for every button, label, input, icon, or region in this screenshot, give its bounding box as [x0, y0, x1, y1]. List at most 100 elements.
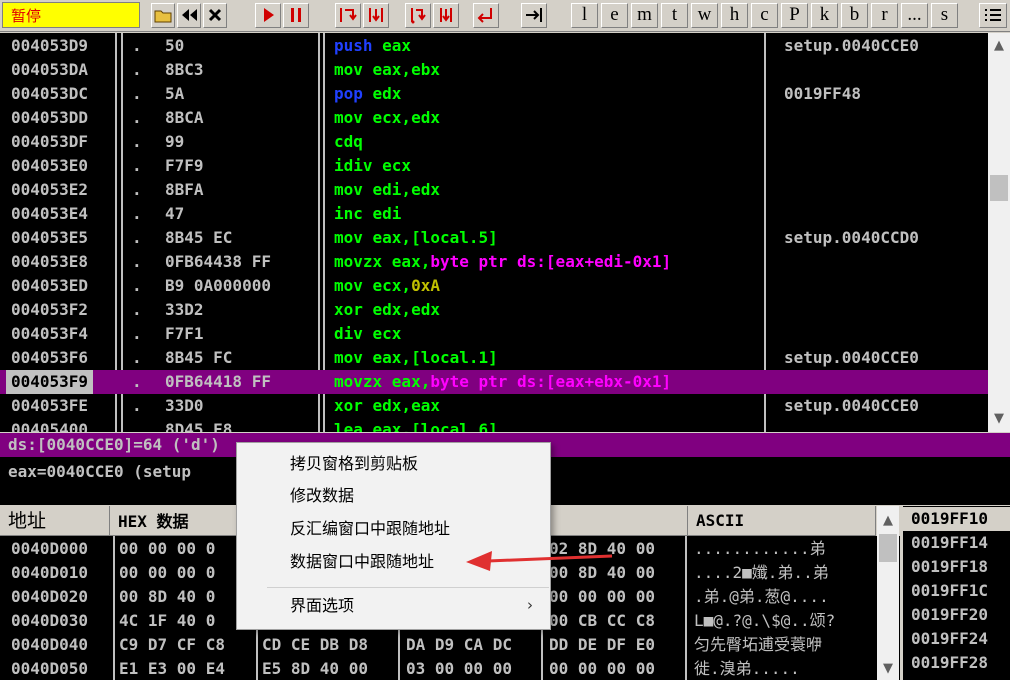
- scroll-down-icon[interactable]: ▼: [877, 658, 899, 680]
- dump-hex-group: CD CE DB D8: [262, 635, 368, 654]
- disasm-row[interactable]: 004053E5. 8B45 EC mov eax,[local.5] setup.0…: [0, 226, 988, 250]
- instruction-token: mov ecx,edx: [334, 108, 440, 127]
- step-over-icon: [369, 8, 383, 22]
- disasm-instruction: cdq: [334, 130, 363, 154]
- disasm-row[interactable]: 004053DD. 8BCA mov ecx,edx: [0, 106, 988, 130]
- toolbar-letter-button[interactable]: P: [781, 3, 808, 28]
- disasm-hex: 8BFA: [165, 180, 204, 199]
- menu-item-interface-options[interactable]: 界面选项 ›: [238, 590, 549, 621]
- step-into-button[interactable]: [335, 3, 361, 28]
- trace-over-button[interactable]: [433, 3, 459, 28]
- disasm-row[interactable]: 004053E8. 0FB64438 FF movzx eax,byte ptr d…: [0, 250, 988, 274]
- stack-row[interactable]: 0019FF1C: [903, 579, 1010, 603]
- disasm-row[interactable]: 004053FE. 33D0 xor edx,eax setup.0040CCE0: [0, 394, 988, 418]
- trace-into-button[interactable]: [405, 3, 431, 28]
- disasm-marker: .: [132, 60, 142, 79]
- disasm-row[interactable]: 004053E0. F7F9 idiv ecx: [0, 154, 988, 178]
- dump-address: 0040D030: [11, 611, 89, 630]
- toolbar-letter-button[interactable]: l: [571, 3, 598, 28]
- toolbar: 暂停 l e m t w h c Pk b r... s: [0, 0, 1010, 32]
- disasm-address: 00405400: [11, 420, 89, 432]
- open-file-button[interactable]: [151, 3, 175, 28]
- disasm-marker: .: [132, 276, 142, 295]
- toolbar-letter-button[interactable]: k: [811, 3, 838, 28]
- disasm-row-selected[interactable]: 004053F9. 0FB64418 FF movzx eax,byte ptr d…: [0, 370, 988, 394]
- disasm-instruction: push eax: [334, 34, 411, 58]
- dump-scrollbar[interactable]: ▲ ▼: [877, 506, 899, 680]
- toolbar-letter-button[interactable]: s: [931, 3, 958, 28]
- trace-over-icon: [440, 8, 452, 22]
- close-button[interactable]: [203, 3, 227, 28]
- scroll-thumb[interactable]: [879, 534, 897, 562]
- toolbar-letter-button[interactable]: t: [661, 3, 688, 28]
- disasm-instruction: pop edx: [334, 82, 401, 106]
- column-header-ascii[interactable]: ASCII: [688, 506, 876, 536]
- disasm-instruction: mov ecx,0xA: [334, 274, 440, 298]
- goto-button[interactable]: [521, 3, 547, 28]
- scroll-up-icon[interactable]: ▲: [877, 510, 899, 532]
- disasm-marker: .: [132, 228, 142, 247]
- disasm-row[interactable]: 004053ED. B9 0A000000 mov ecx,0xA: [0, 274, 988, 298]
- disasm-address: 004053DD: [11, 108, 89, 127]
- pause-button[interactable]: [283, 3, 309, 28]
- scroll-thumb[interactable]: [990, 175, 1008, 201]
- toolbar-letter-button[interactable]: c: [751, 3, 778, 28]
- disasm-row[interactable]: 004053E4. 47 inc edi: [0, 202, 988, 226]
- toolbar-letter-button[interactable]: w: [691, 3, 718, 28]
- stack-row[interactable]: 0019FF24: [903, 627, 1010, 651]
- disasm-row[interactable]: 004053DF. 99 cdq: [0, 130, 988, 154]
- dump-row[interactable]: 0040D050 E1 E3 00 E4 E5 8D 40 00 03 00 00 0…: [0, 657, 880, 680]
- toolbar-letter-button[interactable]: h: [721, 3, 748, 28]
- stack-row[interactable]: 0019FF14: [903, 531, 1010, 555]
- disasm-row[interactable]: 00405400. 8D45 E8 lea eax,[local.6]: [0, 418, 988, 432]
- disasm-comment: setup.0040CCE0: [784, 396, 919, 415]
- disasm-address: 004053E4: [11, 204, 89, 223]
- disasm-row[interactable]: 004053D9. 50 push eax setup.0040CCE0: [0, 34, 988, 58]
- dump-ascii: ............弟: [694, 539, 826, 558]
- folder-icon: [154, 10, 172, 23]
- toolbar-letter-button[interactable]: e: [601, 3, 628, 28]
- stack-row[interactable]: 0019FF18: [903, 555, 1010, 579]
- list-view-button[interactable]: [979, 3, 1007, 28]
- disasm-hex: B9 0A000000: [165, 276, 271, 295]
- disasm-marker: .: [132, 372, 142, 391]
- restart-button[interactable]: [177, 3, 201, 28]
- menu-item-modify-data[interactable]: 修改数据: [238, 480, 549, 511]
- disasm-instruction: inc edi: [334, 202, 401, 226]
- menu-item-copy-pane[interactable]: 拷贝窗格到剪贴板: [238, 448, 549, 479]
- dump-row[interactable]: 0040D040 C9 D7 CF C8 CD CE DB D8 DA D9 CA D…: [0, 633, 880, 657]
- disasm-hex: F7F1: [165, 324, 204, 343]
- stack-row[interactable]: 0019FF20: [903, 603, 1010, 627]
- disasm-row[interactable]: 004053DC. 5A pop edx 0019FF48: [0, 82, 988, 106]
- dump-hex-group: 00 CB CC C8: [549, 611, 655, 630]
- disasm-hex: 8B45 FC: [165, 348, 233, 367]
- disassembly-scrollbar[interactable]: ▲ ▼: [988, 33, 1010, 432]
- instruction-token: xor edx,edx: [334, 300, 440, 319]
- column-header-address[interactable]: 地址: [0, 506, 110, 536]
- toolbar-letter-button[interactable]: b: [841, 3, 868, 28]
- toolbar-letter-button[interactable]: ...: [901, 3, 928, 28]
- disasm-row[interactable]: 004053F6. 8B45 FC mov eax,[local.1] setup.0…: [0, 346, 988, 370]
- menu-item-follow-in-disassembler[interactable]: 反汇编窗口中跟随地址: [238, 513, 549, 544]
- stack-row-top[interactable]: 0019FF10: [903, 507, 1010, 531]
- stack-row[interactable]: 0019FF28: [903, 651, 1010, 675]
- disasm-comment: 0019FF48: [784, 84, 862, 103]
- disasm-row[interactable]: 004053F4. F7F1 div ecx: [0, 322, 988, 346]
- toolbar-letter-button[interactable]: r: [871, 3, 898, 28]
- disasm-address: 004053FE: [11, 396, 89, 415]
- disasm-address: 004053F2: [11, 300, 89, 319]
- disassembly-pane[interactable]: 004053D9. 50 push eax setup.0040CCE0 004053D…: [0, 33, 988, 432]
- toolbar-letter-button[interactable]: m: [631, 3, 658, 28]
- disasm-row[interactable]: 004053DA. 8BC3 mov eax,ebx: [0, 58, 988, 82]
- dump-ascii: 匀先臀坧逋受蓑咿: [694, 635, 823, 654]
- execute-till-return-button[interactable]: [473, 3, 499, 28]
- disasm-row[interactable]: 004053F2. 33D2 xor edx,edx: [0, 298, 988, 322]
- disasm-row[interactable]: 004053E2. 8BFA mov edi,edx: [0, 178, 988, 202]
- run-button[interactable]: [255, 3, 281, 28]
- stack-pane[interactable]: 0019FF10 0019FF14 0019FF18 0019FF1C 0019FF20…: [903, 506, 1010, 680]
- disasm-hex: 33D2: [165, 300, 204, 319]
- scroll-down-icon[interactable]: ▼: [988, 408, 1010, 430]
- menu-item-follow-in-dump[interactable]: 数据窗口中跟随地址: [238, 546, 549, 577]
- scroll-up-icon[interactable]: ▲: [988, 35, 1010, 57]
- step-over-button[interactable]: [363, 3, 389, 28]
